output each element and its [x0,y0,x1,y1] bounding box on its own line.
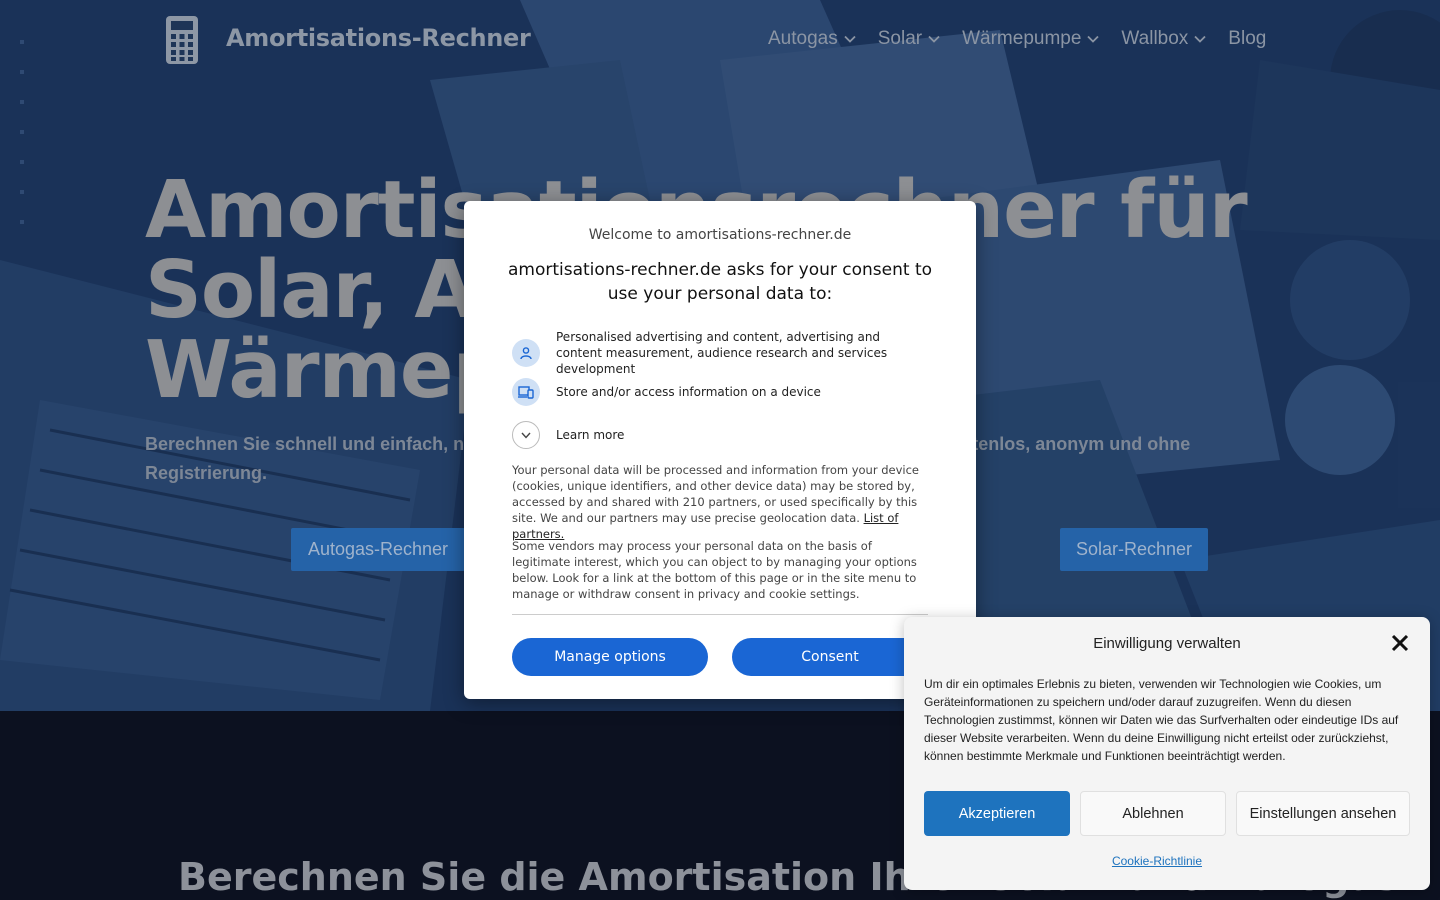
devices-icon [512,378,540,406]
cookie-policy-link[interactable]: Cookie-Richtlinie [904,854,1410,868]
consent-modal: Welcome to amortisations-rechner.de amor… [464,201,976,699]
consent-purpose-item: Store and/or access information on a dev… [512,378,926,406]
close-icon[interactable] [1391,634,1409,652]
consent-legitimate-interest-text: Some vendors may process your personal d… [512,539,917,601]
consent-welcome: Welcome to amortisations-rechner.de [588,227,852,243]
consent-purpose-text: Personalised advertising and content, ad… [556,330,888,376]
consent-heading: amortisations-rechner.de asks for your c… [507,260,933,304]
person-icon [512,339,540,367]
consent-purpose-item: Personalised advertising and content, ad… [512,329,926,377]
chevron-down-icon [512,421,540,449]
accept-button[interactable]: Akzeptieren [924,791,1070,836]
view-settings-button[interactable]: Einstellungen ansehen [1236,791,1410,836]
cookie-panel-text: Um dir ein optimales Erlebnis zu bieten,… [924,677,1399,763]
cookie-panel-title: Einwilligung verwalten [1093,635,1241,652]
consent-button[interactable]: Consent [732,638,928,676]
learn-more-label: Learn more [556,428,625,442]
deny-button[interactable]: Ablehnen [1080,791,1226,836]
consent-info-paragraph: Your personal data will be processed and… [512,462,930,542]
divider [512,614,928,615]
learn-more-toggle[interactable]: Learn more [512,421,926,449]
manage-options-button[interactable]: Manage options [512,638,708,676]
consent-info-text: Your personal data will be processed and… [512,463,920,525]
cookie-consent-panel: Einwilligung verwalten Um dir ein optima… [904,617,1430,890]
consent-purpose-text: Store and/or access information on a dev… [556,385,821,399]
